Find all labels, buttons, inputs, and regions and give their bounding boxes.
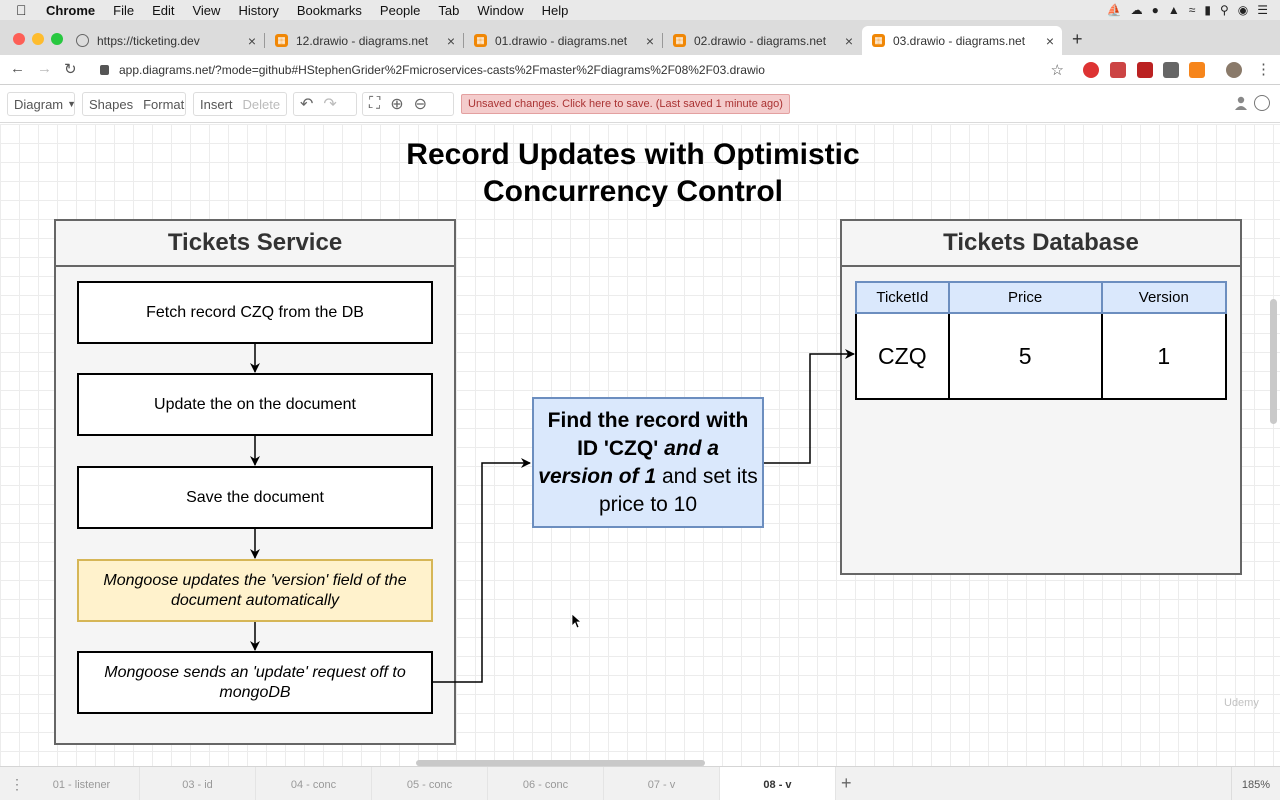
mac-menubar:  Chrome File Edit View History Bookmark… — [0, 0, 1280, 20]
close-tab-icon[interactable]: × — [447, 33, 455, 49]
bookmark-star-icon[interactable]: ☆ — [1051, 61, 1064, 79]
user-icon[interactable] — [1234, 96, 1248, 110]
fit-icon[interactable]: ⛶ — [369, 95, 380, 113]
tab-title: 12.drawio - diagrams.net — [296, 33, 429, 48]
arrow-query-to-table — [764, 349, 855, 464]
tab-title: 01.drawio - diagrams.net — [495, 33, 628, 48]
menu-help[interactable]: Help — [542, 3, 569, 18]
menubar-status-icons: ⛵ ☁ ● ▲ ≈ ▮ ⚲ ◉ ☰ — [1107, 0, 1268, 20]
close-tab-icon[interactable]: × — [845, 33, 853, 49]
page-tab-active[interactable]: 08 - v — [720, 767, 836, 800]
close-tab-icon[interactable]: × — [248, 33, 256, 49]
browser-tab[interactable]: ▦ 01.drawio - diagrams.net × — [464, 26, 663, 55]
udemy-watermark: Udemy — [1224, 697, 1259, 709]
page-tab[interactable]: 01 - listener — [24, 767, 140, 800]
redo-icon[interactable]: ↷ — [323, 94, 336, 114]
extension-icon[interactable] — [1163, 62, 1179, 78]
apple-icon[interactable]:  — [16, 2, 32, 18]
maximize-window-button[interactable] — [51, 33, 63, 45]
search-icon[interactable]: ⚲ — [1220, 3, 1229, 17]
page-tab[interactable]: 04 - conc — [256, 767, 372, 800]
zoom-in-icon[interactable]: ⊕ — [390, 94, 403, 114]
back-icon[interactable]: ← — [10, 60, 25, 77]
drawio-icon: ▦ — [872, 34, 885, 47]
reload-icon[interactable]: ↻ — [64, 60, 77, 78]
page-tab[interactable]: 03 - id — [140, 767, 256, 800]
vpn-icon[interactable]: ▲ — [1168, 3, 1180, 17]
menu-file[interactable]: File — [113, 3, 134, 18]
siri-icon[interactable]: ◉ — [1238, 3, 1248, 17]
globe-icon — [76, 34, 89, 47]
page-tabs-bar: ⋮ 01 - listener 03 - id 04 - conc 05 - c… — [0, 766, 1280, 800]
tab-title: 02.drawio - diagrams.net — [694, 33, 827, 48]
menu-tab[interactable]: Tab — [438, 3, 459, 18]
extension-icon[interactable] — [1110, 62, 1126, 78]
insert-delete-group: Insert Delete — [193, 92, 287, 116]
tab-title: 03.drawio - diagrams.net — [893, 33, 1026, 48]
browser-tab[interactable]: ▦ 12.drawio - diagrams.net × — [265, 26, 464, 55]
wifi-icon[interactable]: ≈ — [1189, 3, 1196, 17]
browser-tab[interactable]: ▦ 02.drawio - diagrams.net × — [663, 26, 861, 55]
vertical-scrollbar[interactable] — [1270, 299, 1277, 424]
zoom-level[interactable]: 185% — [1230, 767, 1270, 800]
browser-nav-bar: ← → ↻ app.diagrams.net/?mode=github#HSte… — [0, 55, 1280, 85]
shapes-button[interactable]: Shapes — [89, 97, 133, 112]
arrow-send-to-query — [433, 458, 531, 683]
address-bar[interactable]: app.diagrams.net/?mode=github#HStephenGr… — [92, 57, 1072, 83]
lock-icon[interactable] — [100, 65, 109, 75]
language-globe-icon[interactable] — [1254, 95, 1270, 111]
insert-button[interactable]: Insert — [200, 97, 233, 112]
undo-icon[interactable]: ↶ — [300, 94, 313, 114]
close-window-button[interactable] — [13, 33, 25, 45]
mouse-cursor-icon — [572, 614, 582, 629]
drawio-icon: ▦ — [275, 34, 288, 47]
sync-icon[interactable]: ● — [1152, 3, 1159, 17]
page-tab[interactable]: 07 - v — [604, 767, 720, 800]
diagram-menu[interactable]: Diagram ▼ — [7, 92, 77, 116]
menu-bookmarks[interactable]: Bookmarks — [297, 3, 362, 18]
pages-menu-icon[interactable]: ⋮ — [10, 776, 24, 793]
cloud-icon[interactable]: ☁ — [1131, 3, 1143, 17]
kebab-menu-icon[interactable]: ⋮ — [1256, 60, 1271, 78]
metamask-icon[interactable] — [1189, 62, 1205, 78]
minimize-window-button[interactable] — [32, 33, 44, 45]
delete-button[interactable]: Delete — [243, 97, 281, 112]
undo-redo-group: ↶ ↷ — [293, 92, 357, 116]
view-group: ⛶ ⊕ ⊖ — [362, 92, 454, 116]
extension-icon[interactable] — [1083, 62, 1099, 78]
browser-tab-active[interactable]: ▦ 03.drawio - diagrams.net × — [862, 26, 1062, 55]
browser-tab-strip: https://ticketing.dev × ▦ 12.drawio - di… — [0, 20, 1280, 55]
url-text: app.diagrams.net/?mode=github#HStephenGr… — [119, 63, 765, 77]
connector-arrows — [250, 344, 855, 683]
menu-view[interactable]: View — [192, 3, 220, 18]
menu-people[interactable]: People — [380, 3, 420, 18]
shapes-format-group: Shapes Format — [82, 92, 186, 116]
close-tab-icon[interactable]: × — [1046, 33, 1054, 49]
drawio-icon: ▦ — [673, 34, 686, 47]
format-button[interactable]: Format — [143, 97, 184, 112]
menu-app-name[interactable]: Chrome — [46, 3, 95, 18]
avatar[interactable] — [1226, 62, 1242, 78]
diagram-menu-label[interactable]: Diagram — [14, 97, 63, 112]
list-icon[interactable]: ☰ — [1257, 3, 1268, 17]
diagram-canvas[interactable]: Record Updates with Optimistic Concurren… — [0, 124, 1280, 766]
menu-history[interactable]: History — [238, 3, 278, 18]
unsaved-changes-banner[interactable]: Unsaved changes. Click here to save. (La… — [461, 94, 790, 114]
menu-edit[interactable]: Edit — [152, 3, 174, 18]
page-tab[interactable]: 05 - conc — [372, 767, 488, 800]
battery-icon[interactable]: ▮ — [1204, 3, 1211, 17]
page-tab[interactable]: 06 - conc — [488, 767, 604, 800]
menu-window[interactable]: Window — [477, 3, 523, 18]
add-page-button[interactable]: + — [841, 773, 852, 794]
zoom-out-icon[interactable]: ⊖ — [414, 94, 427, 114]
browser-tab[interactable]: https://ticketing.dev × — [66, 26, 265, 55]
extension-icon[interactable] — [1137, 62, 1153, 78]
docker-icon[interactable]: ⛵ — [1107, 3, 1122, 17]
tab-title: https://ticketing.dev — [97, 33, 200, 48]
new-tab-button[interactable]: + — [1072, 29, 1083, 50]
close-tab-icon[interactable]: × — [646, 33, 654, 49]
forward-icon[interactable]: → — [37, 60, 52, 77]
drawio-icon: ▦ — [474, 34, 487, 47]
chevron-down-icon: ▼ — [67, 99, 77, 109]
